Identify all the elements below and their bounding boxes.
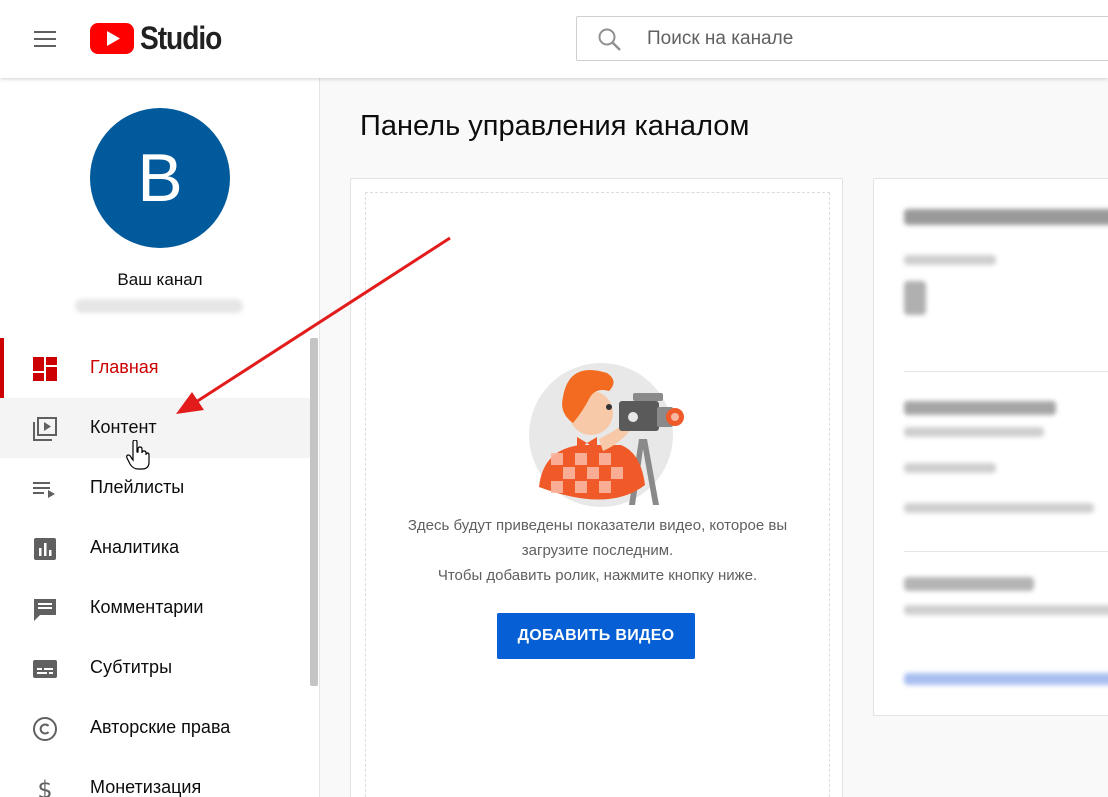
sidebar-item-analytics[interactable]: Аналитика <box>0 518 310 578</box>
blurred-heading <box>904 577 1034 591</box>
sidebar-item-comments[interactable]: Комментарии <box>0 578 310 638</box>
svg-text:$: $ <box>37 776 52 797</box>
avatar[interactable]: B <box>90 108 230 248</box>
sidebar-item-label: Главная <box>90 357 159 377</box>
hand-cursor-icon <box>126 440 150 470</box>
upload-description-line2: загрузите последним. <box>521 542 674 559</box>
upload-description-line3: Чтобы добавить ролик, нажмите кнопку ниж… <box>437 567 758 584</box>
sidebar-item-label: Комментарии <box>90 597 204 617</box>
upload-description-line1: Здесь будут приведены показатели видео, … <box>407 517 788 534</box>
sidebar-item-content[interactable]: Контент <box>0 398 310 458</box>
studio-logo[interactable]: Studio <box>90 20 232 56</box>
page-title: Панель управления каналом <box>360 110 750 142</box>
sidebar-item-copyright[interactable]: Авторские права <box>0 698 310 758</box>
blurred-text <box>904 463 996 473</box>
blurred-heading <box>904 401 1056 415</box>
subtitles-icon <box>33 660 57 678</box>
channel-name[interactable]: Ваш канал <box>0 270 320 290</box>
blurred-text <box>904 427 1044 437</box>
copyright-icon <box>33 717 57 741</box>
dashboard-icon <box>33 357 57 381</box>
logo-text: Studio <box>140 19 222 56</box>
sidebar-item-label: Плейлисты <box>90 477 185 497</box>
content-icon <box>33 417 57 441</box>
sidebar-item-label: Аналитика <box>90 537 180 557</box>
search-input[interactable] <box>647 25 1087 53</box>
playlists-icon <box>33 482 55 498</box>
card-divider <box>904 371 1108 372</box>
sidebar-item-label: Монетизация <box>90 777 202 797</box>
menu-icon[interactable] <box>26 22 64 56</box>
sidebar-item-label: Авторские права <box>90 717 231 737</box>
youtube-logo-icon <box>90 22 134 54</box>
blurred-text <box>904 503 1094 513</box>
avatar-letter: B <box>137 140 183 216</box>
analytics-icon <box>34 538 56 560</box>
sidebar-item-label: Субтитры <box>90 657 173 677</box>
add-video-button[interactable]: ДОБАВИТЬ ВИДЕО <box>497 613 695 659</box>
comments-icon <box>34 599 56 621</box>
blurred-text <box>904 605 1108 615</box>
sidebar-item-monetization[interactable]: $ Монетизация <box>0 758 310 797</box>
top-header: Studio <box>0 0 1108 78</box>
sidebar-scrollbar[interactable] <box>310 338 318 686</box>
search-icon <box>598 28 621 51</box>
blurred-heading <box>904 209 1108 225</box>
sidebar-item-subtitles[interactable]: Субтитры <box>0 638 310 698</box>
channel-subtitle-blurred <box>75 299 243 313</box>
channel-analytics-card-blurred <box>873 178 1108 716</box>
blurred-number <box>904 281 926 315</box>
card-divider <box>904 551 1108 552</box>
studio-app: Studio B Ваш канал Главная Ко <box>0 0 1108 797</box>
sidebar-item-label: Контент <box>90 417 157 437</box>
blurred-link[interactable] <box>904 673 1108 685</box>
sidebar-item-dashboard[interactable]: Главная <box>0 338 310 398</box>
sidebar-item-playlists[interactable]: Плейлисты <box>0 458 310 518</box>
camera-operator-illustration-icon <box>529 363 684 507</box>
search-box[interactable] <box>576 16 1108 61</box>
monetization-icon: $ <box>37 776 52 797</box>
upload-video-card: Здесь будут приведены показатели видео, … <box>350 178 843 797</box>
blurred-text <box>904 255 996 265</box>
